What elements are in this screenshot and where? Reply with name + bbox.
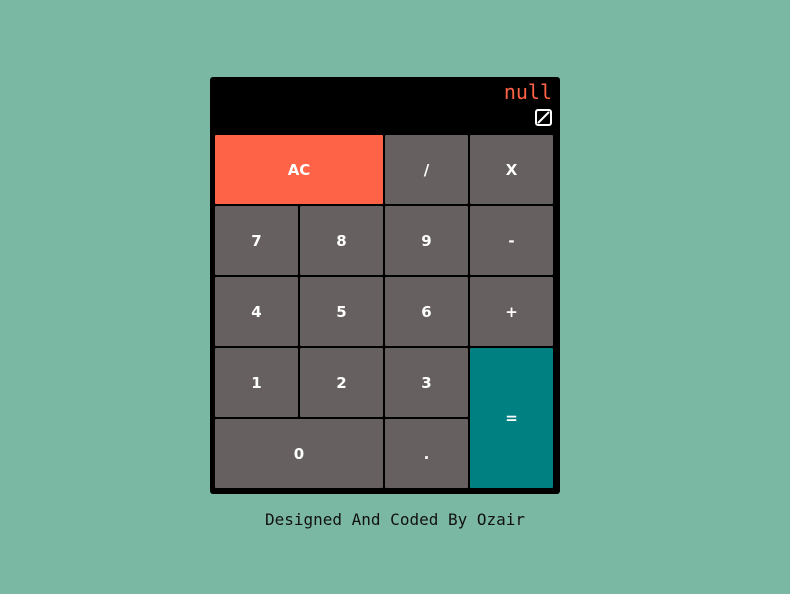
calculator: null AC / X 7 8 9 - 4 5 6 + 1 2 3 = 0 . xyxy=(210,77,560,494)
display-value: null xyxy=(503,80,552,104)
clear-button[interactable]: AC xyxy=(214,134,384,205)
zero-button[interactable]: 0 xyxy=(214,418,384,489)
nine-button[interactable]: 9 xyxy=(384,205,469,276)
add-button[interactable]: + xyxy=(469,276,554,347)
divide-button[interactable]: / xyxy=(384,134,469,205)
decimal-button[interactable]: . xyxy=(384,418,469,489)
keypad: AC / X 7 8 9 - 4 5 6 + 1 2 3 = 0 . xyxy=(214,134,554,490)
multiply-button[interactable]: X xyxy=(469,134,554,205)
six-button[interactable]: 6 xyxy=(384,276,469,347)
one-button[interactable]: 1 xyxy=(214,347,299,418)
eight-button[interactable]: 8 xyxy=(299,205,384,276)
seven-button[interactable]: 7 xyxy=(214,205,299,276)
equals-button[interactable]: = xyxy=(469,347,554,489)
display: null xyxy=(210,77,560,133)
footer-credit: Designed And Coded By Ozair xyxy=(264,510,526,529)
three-button[interactable]: 3 xyxy=(384,347,469,418)
edit-square-icon xyxy=(535,109,552,126)
subtract-button[interactable]: - xyxy=(469,205,554,276)
two-button[interactable]: 2 xyxy=(299,347,384,418)
five-button[interactable]: 5 xyxy=(299,276,384,347)
four-button[interactable]: 4 xyxy=(214,276,299,347)
